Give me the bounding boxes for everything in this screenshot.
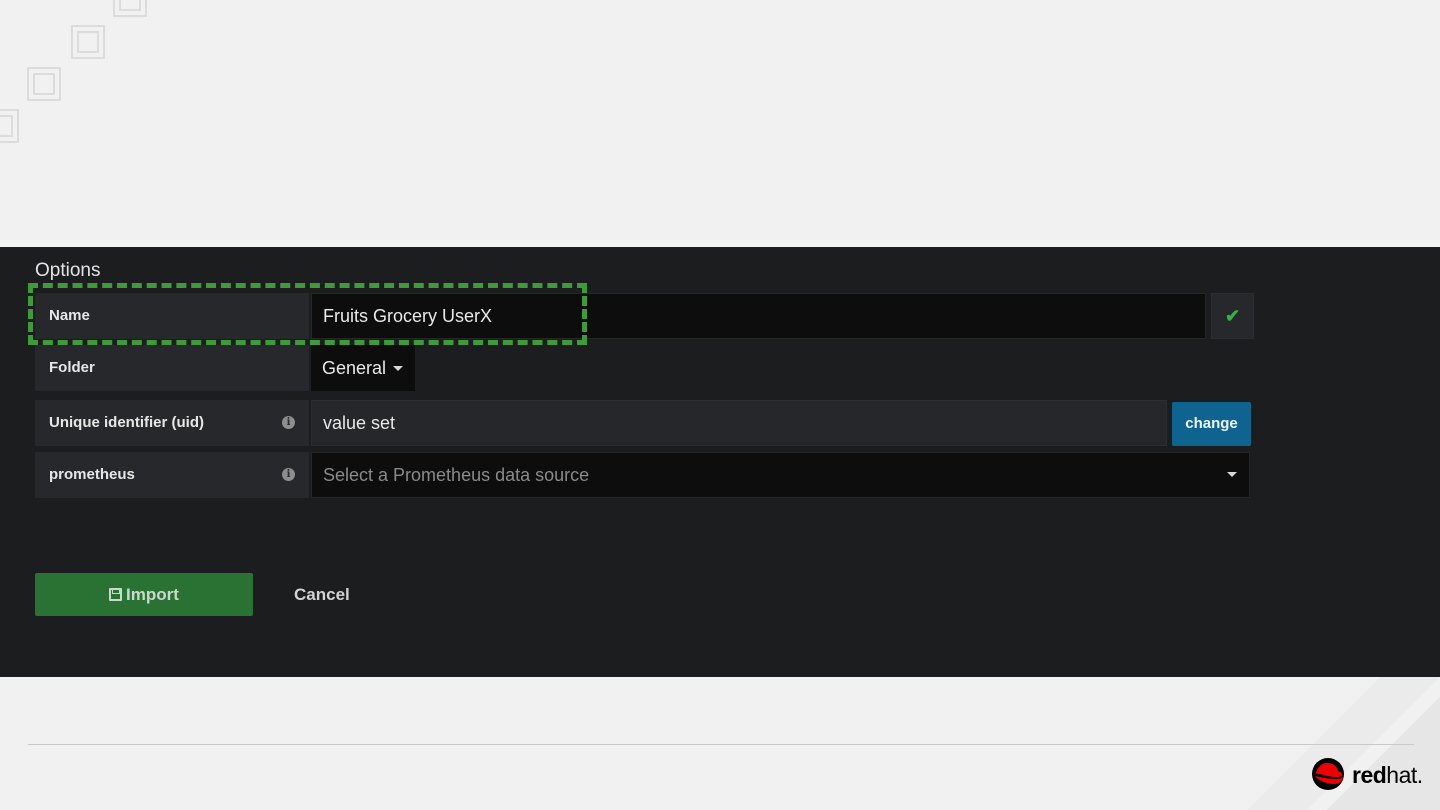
- name-field-highlight: [28, 283, 587, 345]
- prometheus-datasource-select[interactable]: Select a Prometheus data source: [311, 452, 1250, 498]
- cancel-button[interactable]: Cancel: [294, 573, 350, 616]
- info-icon: i: [282, 416, 295, 429]
- footer-divider: [28, 744, 1414, 745]
- uid-label-text: Unique identifier (uid): [49, 414, 204, 431]
- redhat-wordmark: redhat.: [1352, 762, 1423, 788]
- prometheus-placeholder: Select a Prometheus data source: [323, 465, 590, 485]
- section-title: Options: [35, 260, 101, 281]
- import-button[interactable]: Import: [35, 573, 253, 616]
- uid-input[interactable]: value set: [311, 400, 1167, 446]
- uid-row: Unique identifier (uid) i value set chan…: [35, 400, 1255, 446]
- save-icon: [109, 588, 123, 601]
- chevron-down-icon: [1227, 472, 1237, 477]
- prometheus-label: prometheus i: [35, 452, 309, 498]
- import-label: Import: [126, 585, 179, 604]
- decorative-pattern: [0, 0, 180, 180]
- uid-label: Unique identifier (uid) i: [35, 400, 309, 446]
- prometheus-label-text: prometheus: [49, 466, 135, 483]
- check-icon: ✔: [1211, 293, 1254, 339]
- redhat-logo: redhat.: [1310, 757, 1423, 791]
- chevron-down-icon: [393, 366, 403, 371]
- info-icon: i: [282, 468, 295, 481]
- folder-select[interactable]: General: [311, 345, 415, 391]
- folder-value: General: [322, 358, 387, 378]
- folder-label: Folder: [35, 345, 309, 391]
- redhat-hat-icon: [1312, 758, 1344, 790]
- prometheus-row: prometheus i Select a Prometheus data so…: [35, 452, 1255, 498]
- change-button[interactable]: change: [1172, 402, 1251, 446]
- folder-row: Folder General: [35, 345, 435, 391]
